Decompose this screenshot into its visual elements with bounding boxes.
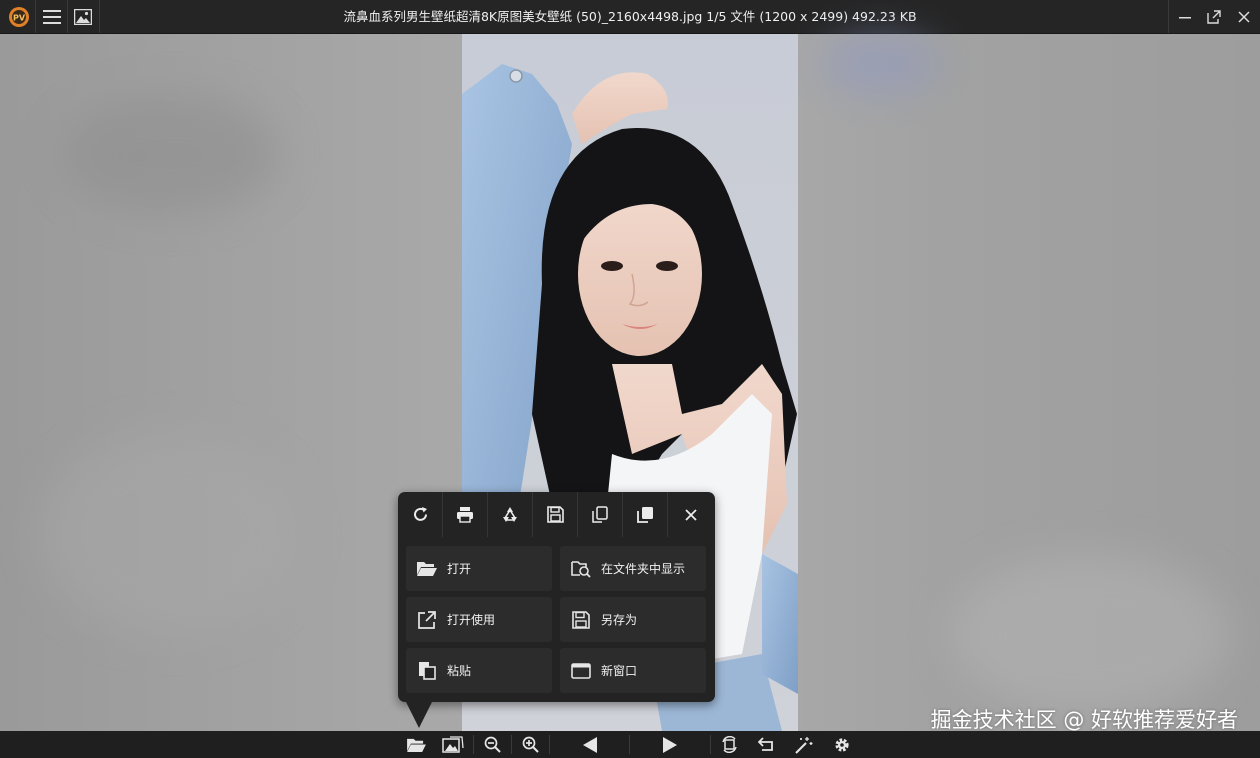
new-window-label: 新窗口 bbox=[601, 664, 638, 678]
close-icon[interactable] bbox=[1227, 0, 1260, 33]
title-bar: PV 流鼻血系列男生壁纸超清8K原图美女壁纸 (50)_2160x4498.jp… bbox=[0, 0, 1260, 34]
save-as-label: 另存为 bbox=[601, 613, 638, 627]
image-gallery-icon[interactable] bbox=[66, 0, 99, 33]
save-icon[interactable] bbox=[533, 492, 578, 537]
copy-path-icon[interactable] bbox=[623, 492, 668, 537]
window-title: 流鼻血系列男生壁纸超清8K原图美女壁纸 (50)_2160x4498.jpg 1… bbox=[343, 9, 917, 24]
magic-wand-icon[interactable] bbox=[786, 731, 822, 758]
paste-button[interactable]: 粘贴 bbox=[406, 648, 552, 693]
open-label: 打开 bbox=[447, 562, 472, 576]
show-in-folder-button[interactable]: 在文件夹中显示 bbox=[560, 546, 706, 591]
image-gallery-icon[interactable] bbox=[435, 731, 471, 758]
save-as-icon bbox=[570, 609, 592, 631]
next-icon[interactable] bbox=[640, 731, 700, 758]
recycle-icon[interactable] bbox=[488, 492, 533, 537]
close-icon[interactable] bbox=[668, 492, 713, 537]
open-external-icon bbox=[416, 609, 438, 631]
hamburger-menu-icon[interactable] bbox=[35, 0, 68, 33]
paste-label: 粘贴 bbox=[447, 664, 472, 678]
app-logo-icon[interactable]: PV bbox=[2, 0, 35, 33]
folder-search-icon bbox=[570, 558, 592, 580]
print-icon[interactable] bbox=[443, 492, 488, 537]
copy-icon[interactable] bbox=[578, 492, 623, 537]
open-button[interactable]: 打开 bbox=[406, 546, 552, 591]
reload-icon[interactable] bbox=[398, 492, 443, 537]
settings-gear-icon[interactable] bbox=[824, 731, 860, 758]
paste-icon bbox=[416, 660, 438, 682]
previous-icon[interactable] bbox=[560, 731, 620, 758]
watermark-text: 掘金技术社区 @ 好软推荐爱好者 bbox=[930, 708, 1238, 732]
save-as-button[interactable]: 另存为 bbox=[560, 597, 706, 642]
popup-pointer bbox=[405, 700, 433, 728]
svg-text:PV: PV bbox=[12, 13, 25, 22]
bottom-toolbar bbox=[0, 731, 1260, 758]
undo-icon[interactable] bbox=[749, 731, 785, 758]
maximize-icon[interactable] bbox=[1197, 0, 1230, 33]
zoom-out-icon[interactable] bbox=[474, 731, 510, 758]
new-window-button[interactable]: 新窗口 bbox=[560, 648, 706, 693]
new-window-icon bbox=[570, 660, 592, 682]
open-with-button[interactable]: 打开使用 bbox=[406, 597, 552, 642]
popup-toolbar bbox=[398, 492, 715, 537]
show-in-folder-label: 在文件夹中显示 bbox=[601, 562, 686, 576]
quick-actions-popup: 打开 在文件夹中显示 打开使用 另存为 粘贴 新窗口 bbox=[398, 492, 715, 702]
folder-open-icon[interactable] bbox=[398, 731, 434, 758]
zoom-in-icon[interactable] bbox=[512, 731, 548, 758]
rotate-icon[interactable] bbox=[711, 731, 747, 758]
folder-open-icon bbox=[416, 558, 438, 580]
open-with-label: 打开使用 bbox=[447, 613, 496, 627]
